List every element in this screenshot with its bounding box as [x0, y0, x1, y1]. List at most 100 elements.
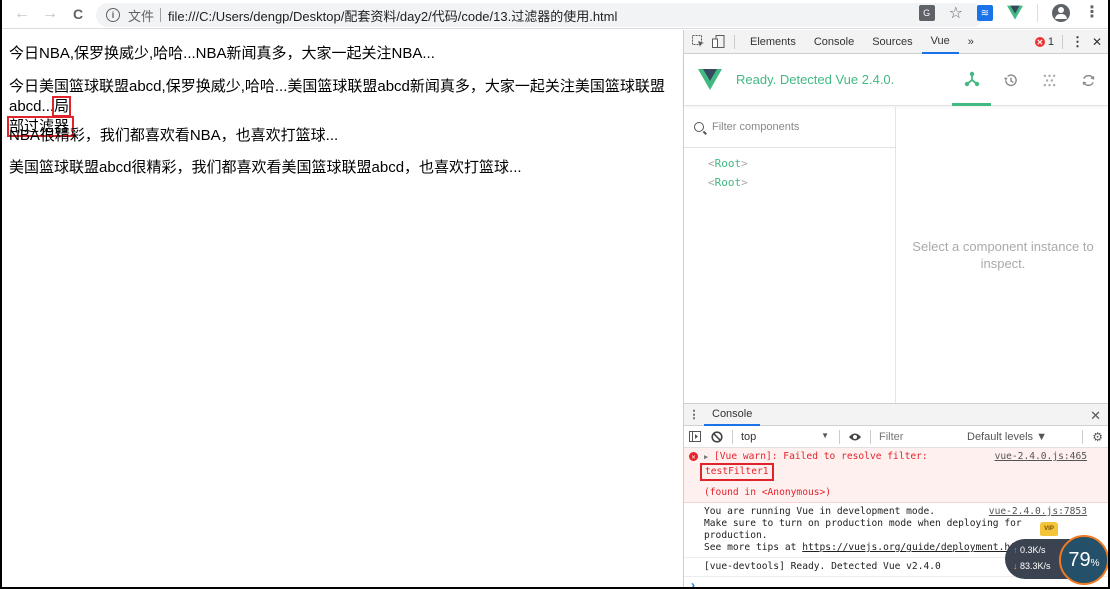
- empty-inspector-message: Select a component instance to inspect.: [912, 239, 1094, 271]
- console-settings-gear-icon[interactable]: ⚙: [1092, 430, 1103, 444]
- error-count[interactable]: 1: [1048, 36, 1054, 48]
- upload-arrow-icon: ↑: [1013, 545, 1018, 555]
- expand-triangle-icon[interactable]: ▶: [704, 453, 708, 461]
- tab-elements[interactable]: Elements: [741, 30, 805, 54]
- percent-sign: %: [1090, 557, 1100, 569]
- download-speed: ↓ 83.3K/s: [1013, 561, 1051, 571]
- console-filter-input[interactable]: [875, 427, 961, 446]
- browser-menu-icon[interactable]: ⋮: [1084, 5, 1100, 21]
- url-text[interactable]: file:///C:/Users/dengp/Desktop/配套资料/day2…: [168, 6, 617, 25]
- info-source-link[interactable]: vue-2.4.0.js:7853: [989, 506, 1087, 518]
- tab-divider: [734, 34, 735, 49]
- tab-sources[interactable]: Sources: [863, 30, 921, 54]
- text-line-1: 今日NBA,保罗换威少,哈哈...NBA新闻真多，大家一起关注NBA...: [9, 45, 435, 62]
- upload-value: 0.3K/s: [1020, 545, 1046, 555]
- toolbar-divider: [839, 429, 840, 444]
- scheme-label: 文件: [128, 8, 155, 24]
- history-icon: [1003, 73, 1017, 86]
- drawer-close-icon[interactable]: ✕: [1090, 408, 1101, 424]
- component-tree-pane: Filter components < Root > < Root >: [684, 107, 896, 403]
- network-speed-widget[interactable]: ↑ 0.3K/s ↓ 83.3K/s 79%: [1005, 535, 1108, 585]
- vue-status-text: Ready. Detected Vue 2.4.0.: [736, 72, 895, 87]
- more-tabs-button[interactable]: »: [959, 30, 983, 54]
- annotation-box-part1: 局: [52, 96, 72, 117]
- tab-console[interactable]: Console: [805, 30, 863, 54]
- refresh-button[interactable]: [1069, 54, 1108, 106]
- context-selector[interactable]: top ▼: [737, 431, 835, 443]
- memory-percent: 79: [1068, 548, 1091, 571]
- error-source-link[interactable]: vue-2.4.0.js:465: [995, 451, 1087, 463]
- devtools-ready-text: [vue-devtools] Ready. Detected Vue v2.4.…: [704, 561, 941, 572]
- toolbar-divider: [870, 429, 871, 444]
- chevron-down-icon: ▼: [821, 430, 829, 440]
- bookmark-star-icon[interactable]: ☆: [949, 3, 963, 23]
- vue-logo-icon: [698, 68, 722, 90]
- download-arrow-icon: ↓: [1013, 561, 1018, 571]
- search-icon: [694, 122, 704, 132]
- error-text: [Vue warn]: Failed to resolve filter:: [714, 451, 928, 462]
- info-icon[interactable]: i: [106, 8, 120, 22]
- drawer-tab-bar: ⋮ Console ✕: [684, 404, 1108, 426]
- reload-icon: C: [72, 6, 84, 22]
- translate-icon[interactable]: G: [918, 5, 935, 21]
- devtools-close-icon[interactable]: ✕: [1092, 35, 1102, 49]
- tag-open: <: [708, 176, 715, 189]
- filter-components-input[interactable]: Filter components: [684, 107, 895, 148]
- browser-window: ← → C i 文件 file:///C:/Users/dengp/Deskto…: [2, 0, 1108, 587]
- divider: [1061, 35, 1063, 49]
- live-expression-eye-icon[interactable]: [844, 432, 866, 442]
- inspect-element-icon[interactable]: [688, 32, 708, 52]
- back-button[interactable]: ←: [8, 0, 36, 28]
- text-line-4: 美国篮球联盟abcd很精彩，我们都喜欢看美国篮球联盟abcd，也喜欢打篮球...: [9, 159, 522, 176]
- components-icon: [964, 71, 979, 86]
- show-sidebar-icon[interactable]: [684, 431, 706, 442]
- tag-open: <: [708, 157, 715, 170]
- download-value: 83.3K/s: [1020, 561, 1051, 571]
- extension-icon[interactable]: ≋: [977, 5, 993, 21]
- text-line-3: NBA很精彩，我们都喜欢看NBA，也喜欢打篮球...: [9, 127, 339, 144]
- error-found-in: (found in <Anonymous>): [704, 487, 832, 498]
- clear-console-icon[interactable]: [706, 430, 728, 443]
- deployment-guide-link[interactable]: https://vuejs.org/guide/deployment.html: [802, 542, 1027, 553]
- filter-components-placeholder: Filter components: [712, 121, 800, 133]
- vue-actions: [952, 54, 1108, 106]
- text-line-2-content: 今日美国篮球联盟abcd,保罗换威少,哈哈...美国篮球联盟abcd新闻真多，大…: [9, 78, 665, 115]
- component-name: Root: [714, 176, 742, 189]
- toolbar-divider: [732, 429, 733, 444]
- devtools-menu-icon[interactable]: ⋮: [1071, 34, 1084, 50]
- omnibox-divider: [160, 8, 162, 22]
- back-icon: ←: [14, 5, 30, 22]
- tab-vue[interactable]: Vue: [921, 30, 959, 54]
- error-icon: ✕: [689, 452, 698, 461]
- memory-usage-gauge: 79%: [1059, 535, 1108, 585]
- profile-avatar-icon[interactable]: [1052, 4, 1070, 22]
- toolbar-divider: [1037, 4, 1038, 22]
- reload-button[interactable]: C: [64, 0, 92, 28]
- events-icon: [1043, 74, 1056, 86]
- component-inspector-pane: Select a component instance to inspect.: [897, 107, 1108, 403]
- forward-button[interactable]: →: [36, 0, 64, 28]
- components-tab-button[interactable]: [952, 54, 991, 106]
- events-tab-button[interactable]: [1030, 54, 1069, 106]
- forward-icon: →: [42, 5, 58, 22]
- console-error-message: ✕ ▶ [Vue warn]: Failed to resolve filter…: [684, 448, 1108, 503]
- url-field[interactable]: i 文件 file:///C:/Users/dengp/Desktop/配套资料…: [96, 3, 984, 27]
- device-toolbar-icon[interactable]: [708, 32, 728, 52]
- crown-badge-icon: VIP: [1040, 522, 1058, 536]
- refresh-icon: [1082, 74, 1095, 86]
- upload-speed: ↑ 0.3K/s: [1013, 545, 1046, 555]
- devtools-tab-bar: Elements Console Sources Vue » ✕ 1 ⋮ ✕: [684, 30, 1108, 54]
- drawer-menu-icon[interactable]: ⋮: [684, 408, 704, 421]
- vuex-tab-button[interactable]: [991, 54, 1030, 106]
- vue-components-panel: Filter components < Root > < Root > Select a…: [684, 107, 1108, 403]
- vue-devtools-header: Ready. Detected Vue 2.4.0.: [684, 54, 1108, 106]
- log-levels-dropdown[interactable]: Default levels ▼: [967, 431, 1047, 443]
- address-bar: ← → C i 文件 file:///C:/Users/dengp/Deskto…: [2, 0, 1108, 29]
- error-filter-name: testFilter1: [700, 463, 774, 481]
- tree-node-root[interactable]: < Root >: [684, 154, 895, 173]
- vue-devtools-extension-icon[interactable]: [1007, 5, 1023, 21]
- drawer-tab-console[interactable]: Console: [704, 404, 761, 426]
- tree-node-root[interactable]: < Root >: [684, 173, 895, 192]
- devtools-panel: Elements Console Sources Vue » ✕ 1 ⋮ ✕ R…: [683, 30, 1108, 587]
- info-line-1: You are running Vue in development mode.: [704, 506, 936, 517]
